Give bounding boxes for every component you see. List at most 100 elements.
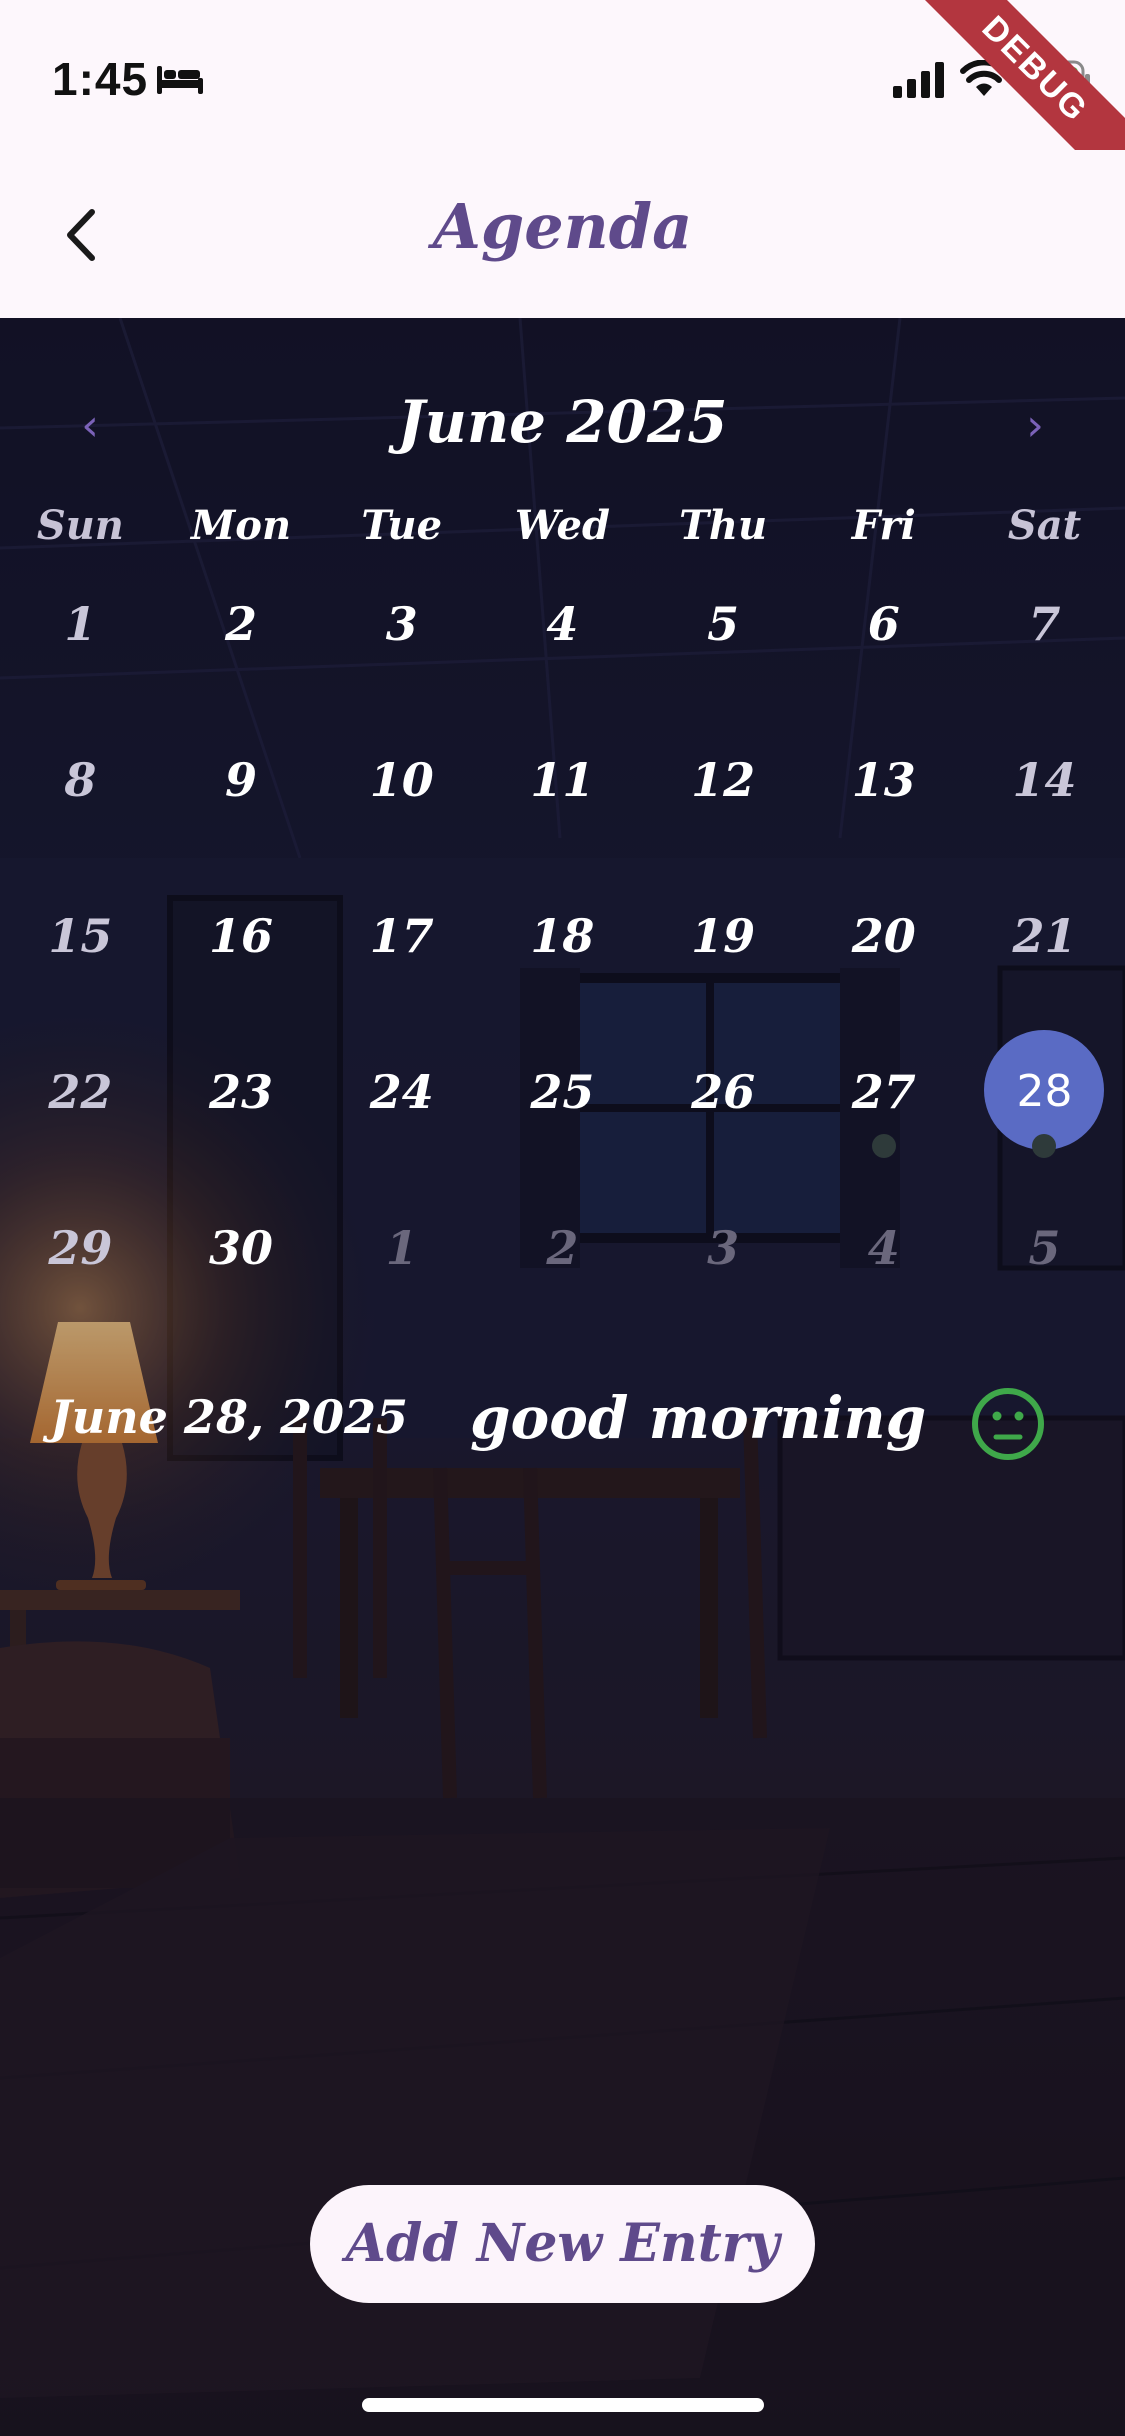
day-number: 24 bbox=[369, 1065, 434, 1119]
calendar-day[interactable]: 10 bbox=[321, 734, 482, 890]
calendar-day[interactable]: 20 bbox=[803, 890, 964, 1046]
calendar-day[interactable]: 15 bbox=[0, 890, 161, 1046]
day-number: 2 bbox=[546, 1221, 579, 1275]
calendar-day[interactable]: 6 bbox=[803, 578, 964, 734]
calendar-day-next-month[interactable]: 1 bbox=[321, 1202, 482, 1358]
weekday-label: Wed bbox=[514, 502, 610, 549]
calendar-day[interactable]: 25 bbox=[482, 1046, 643, 1202]
calendar-day[interactable]: 23 bbox=[161, 1046, 322, 1202]
day-number: 1 bbox=[385, 1221, 418, 1275]
agenda-entry[interactable]: June 28, 2025 good morning bbox=[0, 1368, 1125, 1468]
day-number: 1 bbox=[64, 597, 97, 651]
calendar-day-next-month[interactable]: 2 bbox=[482, 1202, 643, 1358]
day-number: 17 bbox=[369, 909, 434, 963]
calendar-day-next-month[interactable]: 4 bbox=[803, 1202, 964, 1358]
day-number: 14 bbox=[1012, 753, 1077, 807]
day-number: 8 bbox=[64, 753, 97, 807]
calendar-day[interactable]: 9 bbox=[161, 734, 322, 890]
calendar-day[interactable]: 11 bbox=[482, 734, 643, 890]
calendar-day[interactable]: 29 bbox=[0, 1202, 161, 1358]
month-header: ‹ June 2025 › bbox=[0, 376, 1125, 476]
home-indicator bbox=[362, 2398, 764, 2412]
entry-date: June 28, 2025 bbox=[50, 1390, 409, 1444]
calendar-week-row: 1 2 3 4 5 6 7 bbox=[0, 578, 1125, 734]
weekday-label: Thu bbox=[679, 502, 768, 549]
calendar-day[interactable]: 5 bbox=[643, 578, 804, 734]
calendar-day-next-month[interactable]: 5 bbox=[964, 1202, 1125, 1358]
weekday-header-row: Sun Mon Tue Wed Thu Fri Sat bbox=[0, 502, 1125, 562]
month-title: June 2025 bbox=[397, 388, 728, 456]
next-month-button[interactable]: › bbox=[1005, 396, 1065, 456]
chevron-right-icon: › bbox=[1026, 400, 1044, 451]
weekday-label: Mon bbox=[191, 502, 292, 549]
calendar-day[interactable]: 22 bbox=[0, 1046, 161, 1202]
weekday-label: Sat bbox=[1007, 502, 1082, 549]
day-number: 4 bbox=[546, 597, 579, 651]
calendar-week-row: 15 16 17 18 19 20 21 bbox=[0, 890, 1125, 1046]
day-number: 5 bbox=[1028, 1221, 1061, 1275]
day-number: 23 bbox=[209, 1065, 274, 1119]
day-number: 28 bbox=[1016, 1066, 1073, 1117]
day-number: 3 bbox=[385, 597, 418, 651]
calendar-day[interactable]: 19 bbox=[643, 890, 804, 1046]
day-number: 27 bbox=[851, 1065, 916, 1119]
neutral-face-icon bbox=[972, 1388, 1044, 1460]
day-number: 5 bbox=[707, 597, 740, 651]
calendar-day[interactable]: 17 bbox=[321, 890, 482, 1046]
page-title: Agenda bbox=[432, 190, 693, 263]
calendar-scene: ‹ June 2025 › Sun Mon Tue Wed Thu Fri Sa… bbox=[0, 318, 1125, 2436]
day-number: 10 bbox=[369, 753, 434, 807]
day-number: 6 bbox=[867, 597, 900, 651]
calendar-day[interactable]: 12 bbox=[643, 734, 804, 890]
day-number: 13 bbox=[851, 753, 916, 807]
calendar-day[interactable]: 13 bbox=[803, 734, 964, 890]
day-number: 18 bbox=[530, 909, 595, 963]
calendar-day-selected[interactable]: 28 bbox=[964, 1030, 1125, 1202]
calendar-week-row: 22 23 24 25 26 27 28 bbox=[0, 1030, 1125, 1202]
calendar-day[interactable]: 24 bbox=[321, 1046, 482, 1202]
status-bar: 1:45 DEBUG bbox=[0, 0, 1125, 203]
calendar-day[interactable]: 4 bbox=[482, 578, 643, 734]
calendar-week-row: 8 9 10 11 12 13 14 bbox=[0, 734, 1125, 890]
day-number: 25 bbox=[530, 1065, 595, 1119]
status-time: 1:45 bbox=[52, 53, 149, 105]
day-number: 15 bbox=[48, 909, 113, 963]
add-new-entry-button[interactable]: Add New Entry bbox=[310, 2185, 815, 2303]
calendar-days-grid: 1 2 3 4 5 6 7 8 9 10 11 12 13 14 15 16 1… bbox=[0, 578, 1125, 1358]
day-number: 20 bbox=[851, 909, 916, 963]
calendar-day[interactable]: 26 bbox=[643, 1046, 804, 1202]
app-bar: Agenda bbox=[0, 150, 1125, 318]
day-number: 2 bbox=[225, 597, 258, 651]
calendar-day[interactable]: 21 bbox=[964, 890, 1125, 1046]
day-number: 9 bbox=[225, 753, 258, 807]
entry-title: good morning bbox=[470, 1384, 927, 1452]
day-number: 11 bbox=[530, 753, 595, 807]
calendar-day[interactable]: 7 bbox=[964, 578, 1125, 734]
calendar-day-with-event[interactable]: 27 bbox=[803, 1046, 964, 1202]
calendar-day[interactable]: 2 bbox=[161, 578, 322, 734]
day-number: 12 bbox=[691, 753, 756, 807]
day-number: 7 bbox=[1028, 597, 1061, 651]
weekday-label: Sun bbox=[36, 502, 124, 549]
event-marker-dot bbox=[1032, 1134, 1057, 1158]
calendar-day[interactable]: 1 bbox=[0, 578, 161, 734]
weekday-label: Fri bbox=[851, 502, 916, 549]
calendar-day[interactable]: 3 bbox=[321, 578, 482, 734]
day-number: 3 bbox=[707, 1221, 740, 1275]
day-number: 4 bbox=[867, 1221, 900, 1275]
day-number: 29 bbox=[48, 1221, 113, 1275]
calendar-day[interactable]: 14 bbox=[964, 734, 1125, 890]
calendar-day[interactable]: 30 bbox=[161, 1202, 322, 1358]
day-number: 26 bbox=[691, 1065, 756, 1119]
calendar-day[interactable]: 18 bbox=[482, 890, 643, 1046]
cellular-signal-icon bbox=[893, 62, 944, 98]
calendar-day-next-month[interactable]: 3 bbox=[643, 1202, 804, 1358]
calendar-week-row: 29 30 1 2 3 4 5 bbox=[0, 1202, 1125, 1358]
weekday-label: Tue bbox=[361, 502, 443, 549]
day-number: 21 bbox=[1012, 909, 1077, 963]
day-number: 22 bbox=[48, 1065, 113, 1119]
bed-icon bbox=[157, 66, 203, 94]
calendar-day[interactable]: 8 bbox=[0, 734, 161, 890]
day-number: 30 bbox=[209, 1221, 274, 1275]
calendar-day[interactable]: 16 bbox=[161, 890, 322, 1046]
